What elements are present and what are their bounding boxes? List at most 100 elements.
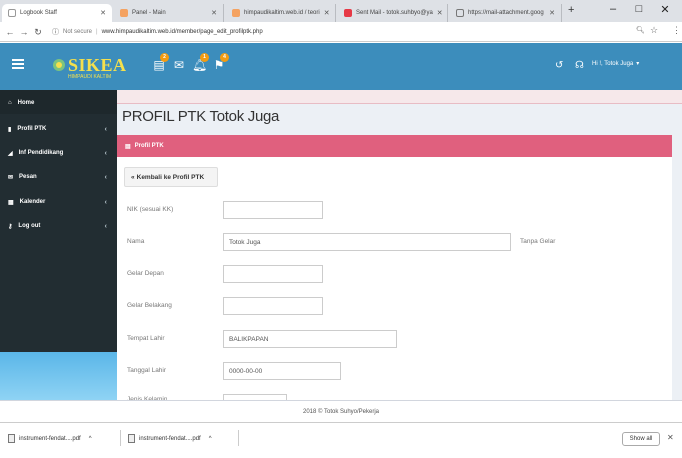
sidebar-item-label: Profil PTK: [17, 126, 47, 132]
chevron-up-icon[interactable]: ^: [209, 436, 212, 442]
tempat-lahir-label: Tempat Lahir: [127, 335, 165, 342]
sidebar-item-label: Log out: [18, 223, 41, 229]
caret-down-icon: ▾: [636, 61, 640, 67]
tab-favicon-icon: [456, 9, 464, 17]
back-button-label: Kembali ke Profil PTK: [136, 173, 205, 181]
reload-icon[interactable]: ↻: [32, 26, 44, 38]
tab-title: himpaudikaltim.web.id / teori: [244, 10, 320, 16]
content-top-strip: [117, 90, 682, 104]
tab-close-icon[interactable]: ✕: [437, 9, 443, 17]
page-title: PROFIL PTK Totok Juga: [122, 108, 280, 125]
tanggal-lahir-input[interactable]: 0000-00-00: [223, 362, 341, 380]
box-title: Profil PTK: [134, 143, 164, 149]
new-tab-button[interactable]: +: [568, 4, 574, 16]
url-text: www.himpaudikaltim.web.id/member/page_ed…: [101, 29, 263, 35]
tab-close-icon[interactable]: ✕: [211, 9, 217, 17]
info-icon[interactable]: ⓘ: [52, 27, 59, 37]
gelar-belakang-input[interactable]: [223, 297, 323, 315]
chevron-left-icon: ‹: [104, 125, 107, 133]
logo-text: SIKEA: [68, 55, 127, 75]
book-icon: ▮: [8, 126, 12, 133]
download-filename: instrument-fendat....pdf: [19, 435, 81, 442]
document-badge: 2: [160, 53, 169, 62]
zoom-icon[interactable]: 🔍︎: [636, 26, 645, 34]
tab-favicon-icon: [120, 9, 128, 17]
sidebar-item-label: Pesan: [19, 174, 37, 180]
browser-tab-teori[interactable]: himpaudikaltim.web.id / teori ✕: [226, 4, 336, 22]
tab-title: Panel - Main: [132, 10, 166, 16]
sidebar-item-profil-ptk[interactable]: ▮ Profil PTK ‹: [0, 118, 117, 140]
browser-menu-icon[interactable]: ⋮: [672, 25, 681, 36]
download-item[interactable]: instrument-fendat....pdf ^: [128, 434, 212, 443]
download-filename: instrument-fendat....pdf: [139, 435, 201, 442]
sidebar-item-inf-pendidikang[interactable]: ◢ Inf Pendidikang ‹: [0, 142, 117, 164]
tab-title: https://mail-attachment.goog: [468, 10, 544, 16]
tab-favicon-icon: [8, 9, 16, 17]
window-close-button[interactable]: ✕: [656, 3, 674, 16]
maximize-button[interactable]: □: [630, 3, 648, 15]
pdf-file-icon: [128, 434, 135, 443]
chevron-left-icon: ‹: [104, 149, 107, 157]
chevron-up-icon[interactable]: ^: [89, 436, 92, 442]
download-divider: [120, 430, 121, 446]
url-divider: |: [96, 29, 98, 35]
envelope-icon[interactable]: ✉: [172, 58, 186, 72]
user-label: Hi !, Totok Juga: [592, 60, 634, 67]
chart-icon: ◢: [8, 150, 13, 157]
browser-tab-logbook[interactable]: Logbook Staff ✕: [2, 4, 112, 22]
tab-close-icon[interactable]: ✕: [100, 9, 106, 17]
nik-label: NIK (sesuai KK): [127, 206, 174, 213]
back-to-profile-button[interactable]: « Kembali ke Profil PTK: [124, 167, 218, 187]
double-arrow-left-icon: «: [131, 173, 135, 181]
download-divider: [238, 430, 239, 446]
pdf-file-icon: [8, 434, 15, 443]
gelar-depan-input[interactable]: [223, 265, 323, 283]
download-shelf: [0, 422, 682, 458]
sidebar-item-home[interactable]: ⌂ Home: [0, 92, 117, 114]
nama-label: Nama: [127, 238, 145, 245]
browser-tab-attachment[interactable]: https://mail-attachment.goog ✕: [450, 4, 562, 22]
nama-input[interactable]: Totok Juga: [223, 233, 511, 251]
calendar-icon: ▦: [8, 199, 14, 206]
logo-emblem-icon: [52, 58, 66, 72]
app-logo[interactable]: SIKEA HIMPAUDI KALTIM: [68, 56, 127, 80]
chevron-left-icon: ‹: [104, 198, 107, 206]
download-item[interactable]: instrument-fendat....pdf ^: [8, 434, 92, 443]
sidebar-item-label: Home: [17, 100, 35, 106]
bell-badge: 1: [200, 53, 209, 62]
tempat-lahir-input[interactable]: BALIKPAPAN: [223, 330, 397, 348]
browser-tab-panel[interactable]: Panel - Main ✕: [114, 4, 224, 22]
chevron-left-icon: ‹: [104, 222, 107, 230]
page-footer: 2018 © Totok Suhyo/Pekerja: [0, 400, 682, 422]
minimize-button[interactable]: –: [604, 3, 622, 15]
tab-title: Sent Mail - totok.suhbyo@ya: [356, 10, 433, 16]
gelar-depan-label: Gelar Depan: [127, 270, 164, 277]
back-arrow-icon[interactable]: ←: [4, 26, 16, 38]
list-icon: ▤: [125, 143, 131, 150]
hamburger-icon[interactable]: [12, 58, 24, 70]
sidebar-item-pesan[interactable]: ✉ Pesan ‹: [0, 166, 117, 188]
forward-arrow-icon[interactable]: →: [18, 26, 30, 38]
sidebar-item-label: Kalender: [19, 199, 46, 205]
sidebar-item-logout[interactable]: ⚷ Log out ‹: [0, 215, 117, 237]
key-icon: ⚷: [8, 223, 13, 230]
tab-close-icon[interactable]: ✕: [549, 9, 555, 17]
nama-hint: Tanpa Gelar: [520, 238, 556, 245]
bookmark-star-icon[interactable]: ☆: [650, 25, 658, 36]
show-all-button[interactable]: Show all: [622, 432, 660, 446]
security-label: Not secure: [63, 29, 93, 35]
url-input[interactable]: ⓘ Not secure | www.himpaudikaltim.web.id…: [52, 25, 632, 39]
browser-tab-sent-mail[interactable]: Sent Mail - totok.suhbyo@ya ✕: [338, 4, 448, 22]
headset-icon[interactable]: ☊: [575, 60, 584, 71]
sidebar-item-kalender[interactable]: ▦ Kalender ‹: [0, 191, 117, 213]
flag-badge: 4: [220, 53, 229, 62]
nik-input[interactable]: [223, 201, 323, 219]
tab-close-icon[interactable]: ✕: [324, 9, 330, 17]
tab-title: Logbook Staff: [20, 10, 57, 16]
close-shelf-icon[interactable]: ✕: [667, 433, 674, 442]
refresh-icon[interactable]: ↺: [555, 60, 563, 71]
user-menu[interactable]: Hi !, Totok Juga ▾: [592, 60, 640, 68]
gelar-belakang-label: Gelar Belakang: [127, 302, 172, 309]
tanggal-lahir-label: Tanggal Lahir: [127, 367, 167, 374]
profile-box-header: ▤ Profil PTK: [117, 135, 672, 157]
